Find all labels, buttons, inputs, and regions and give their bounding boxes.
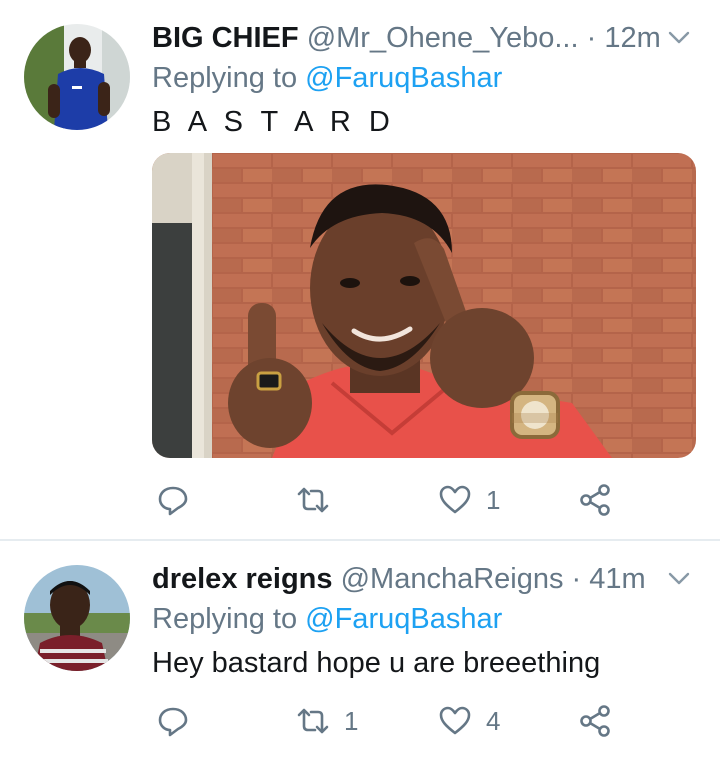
- timestamp[interactable]: 41m: [589, 563, 645, 595]
- retweet-icon: [297, 487, 329, 513]
- like-count: 1: [486, 484, 501, 515]
- retweet-button[interactable]: 1: [296, 701, 358, 741]
- tweet-header: drelex reigns @ManchaReigns · 41m: [152, 559, 700, 599]
- share-icon: [580, 484, 610, 516]
- chevron-down-icon[interactable]: [666, 565, 692, 591]
- retweet-count: 1: [344, 705, 359, 736]
- photo-image: [152, 153, 696, 458]
- like-button[interactable]: 4: [438, 701, 500, 741]
- retweet-icon: [297, 708, 329, 734]
- tweet-actions: 1 4: [152, 701, 712, 741]
- share-button[interactable]: [578, 701, 612, 741]
- avatar[interactable]: [24, 24, 130, 130]
- like-button[interactable]: 1: [438, 480, 500, 520]
- tweet[interactable]: drelex reigns @ManchaReigns · 41m Replyi…: [0, 541, 720, 758]
- tweet-header: BIG CHIEF @Mr_Ohene_Yebo... · 12m: [152, 18, 700, 58]
- reply-icon: [158, 707, 188, 737]
- replying-to-prefix: Replying to: [152, 62, 306, 94]
- user-handle[interactable]: @Mr_Ohene_Yebo...: [307, 22, 579, 54]
- separator-dot: ·: [571, 563, 582, 595]
- tweet[interactable]: BIG CHIEF @Mr_Ohene_Yebo... · 12m Replyi…: [0, 0, 720, 540]
- like-count: 4: [486, 705, 501, 736]
- user-handle[interactable]: @ManchaReigns: [341, 563, 564, 595]
- avatar-image: [24, 24, 130, 130]
- retweet-button[interactable]: [296, 480, 344, 520]
- replying-to-line: Replying to @FaruqBashar: [152, 60, 502, 96]
- avatar[interactable]: [24, 565, 130, 671]
- replying-to-mention[interactable]: @FaruqBashar: [305, 62, 502, 94]
- like-icon: [439, 485, 471, 514]
- display-name[interactable]: drelex reigns: [152, 563, 333, 595]
- share-icon: [580, 705, 610, 737]
- replying-to-prefix: Replying to: [152, 603, 306, 635]
- replying-to-mention[interactable]: @FaruqBashar: [305, 603, 502, 635]
- replying-to-line: Replying to @FaruqBashar: [152, 601, 502, 637]
- avatar-image: [24, 565, 130, 671]
- reply-button[interactable]: [156, 480, 204, 520]
- display-name[interactable]: BIG CHIEF: [152, 22, 299, 54]
- reply-icon: [158, 486, 188, 516]
- share-button[interactable]: [578, 480, 612, 520]
- like-icon: [439, 706, 471, 735]
- chevron-down-icon[interactable]: [666, 24, 692, 50]
- separator-dot: ·: [586, 22, 597, 54]
- timestamp[interactable]: 12m: [604, 22, 660, 54]
- tweet-text: Hey bastard hope u are breeething: [152, 647, 601, 679]
- tweet-actions: 1: [152, 480, 712, 520]
- tweet-photo[interactable]: [152, 153, 696, 458]
- tweet-text: B A S T A R D: [152, 106, 395, 138]
- reply-button[interactable]: [156, 701, 204, 741]
